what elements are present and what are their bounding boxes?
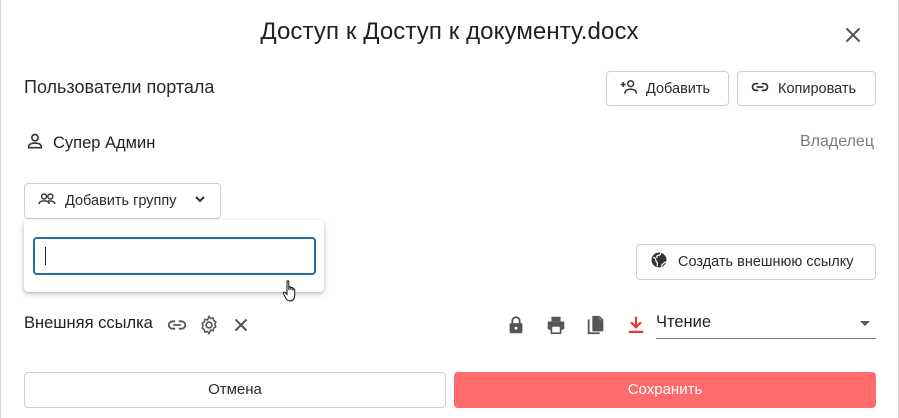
copy-link-label: Копировать bbox=[778, 80, 857, 97]
link-icon bbox=[750, 77, 770, 101]
group-search-input[interactable] bbox=[33, 237, 316, 275]
group-search-popup bbox=[24, 220, 324, 292]
person-add-icon bbox=[619, 77, 639, 101]
permission-value: Чтение bbox=[656, 313, 712, 331]
user-name: Супер Админ bbox=[53, 134, 156, 152]
gear-icon[interactable] bbox=[198, 314, 220, 336]
share-dialog: Доступ к Доступ к документу.docx Пользов… bbox=[0, 0, 899, 418]
chevron-down-icon bbox=[193, 192, 207, 210]
hand-cursor-icon bbox=[282, 279, 300, 303]
text-caret bbox=[45, 247, 46, 265]
add-group-button[interactable]: Добавить группу bbox=[24, 183, 221, 219]
user-row: Супер Админ bbox=[25, 131, 155, 156]
dialog-title: Доступ к Доступ к документу.docx bbox=[260, 18, 639, 45]
create-external-link-button[interactable]: Создать внешнюю ссылку bbox=[636, 244, 876, 280]
cancel-button[interactable]: Отмена bbox=[24, 372, 446, 408]
copy-file-icon[interactable] bbox=[585, 314, 607, 336]
portal-users-label: Пользователи портала bbox=[24, 77, 215, 97]
add-user-button[interactable]: Добавить bbox=[606, 71, 729, 106]
user-role: Владелец bbox=[799, 133, 874, 150]
external-link-label: Внешняя ссылка bbox=[24, 314, 153, 332]
create-external-link-label: Создать внешнюю ссылку bbox=[678, 254, 854, 270]
download-icon[interactable] bbox=[625, 314, 647, 336]
close-icon[interactable] bbox=[842, 24, 864, 46]
add-user-label: Добавить bbox=[646, 80, 711, 97]
copy-link-button[interactable]: Копировать bbox=[737, 71, 876, 106]
person-icon bbox=[25, 131, 45, 156]
group-icon bbox=[37, 189, 57, 213]
close-icon[interactable] bbox=[230, 314, 252, 336]
add-group-label: Добавить группу bbox=[65, 193, 177, 209]
lock-icon[interactable] bbox=[505, 314, 527, 336]
dropdown-arrow-icon bbox=[860, 321, 870, 326]
save-button[interactable]: Сохранить bbox=[454, 372, 876, 408]
print-icon[interactable] bbox=[545, 314, 567, 336]
permission-select[interactable]: Чтение bbox=[656, 307, 876, 339]
link-icon[interactable] bbox=[166, 314, 188, 336]
globe-icon bbox=[649, 250, 669, 274]
